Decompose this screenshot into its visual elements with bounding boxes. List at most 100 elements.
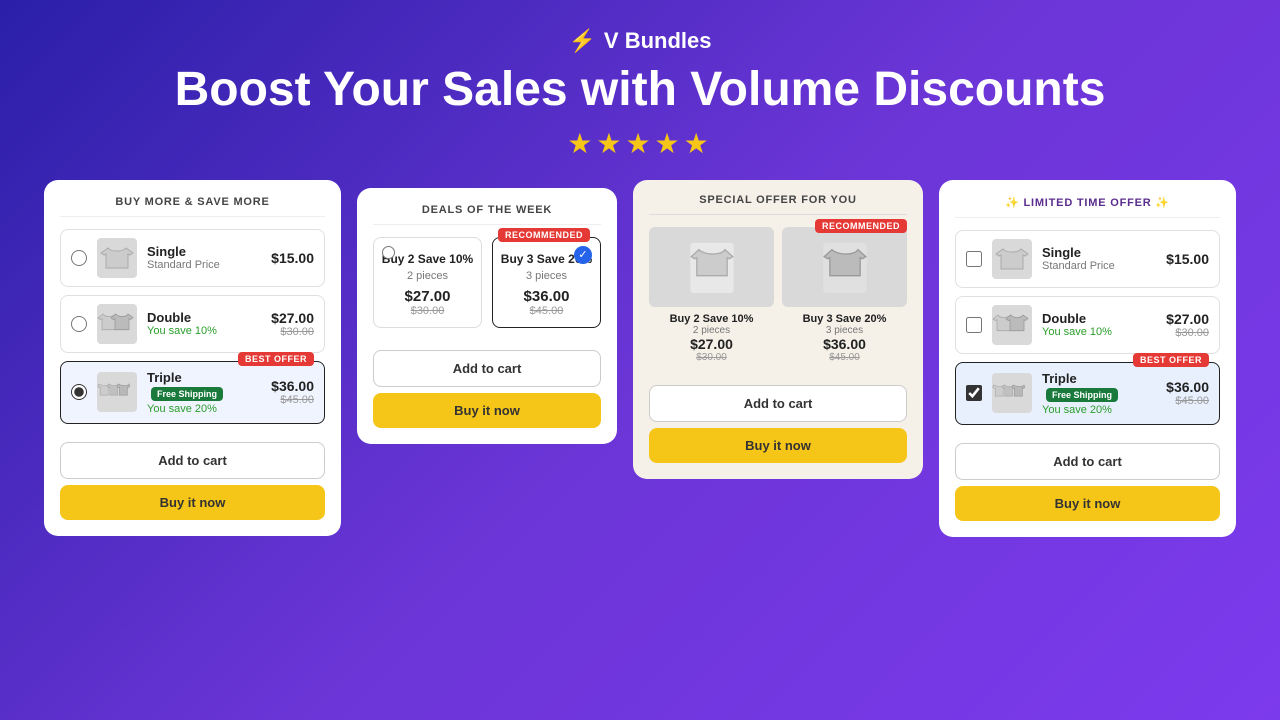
buy-now-btn-3[interactable]: Buy it now bbox=[649, 428, 907, 463]
logo-icon: ⚡ bbox=[569, 28, 596, 54]
badge-recommended: RECOMMENDED bbox=[498, 228, 590, 242]
special-price-old-1: $30.00 bbox=[649, 352, 774, 363]
deals-options: Buy 2 Save 10% 2 pieces $27.00 $30.00 RE… bbox=[373, 237, 601, 328]
stars: ★★★★★ bbox=[567, 127, 713, 160]
sub-single-4: Standard Price bbox=[1042, 260, 1156, 272]
price-triple-4: $36.00 $45.00 bbox=[1166, 379, 1209, 407]
radio-single[interactable] bbox=[71, 250, 87, 266]
card-special: SPECIAL OFFER FOR YOU Buy 2 Save 10% 2 p… bbox=[633, 180, 923, 479]
add-to-cart-btn-2[interactable]: Add to cart bbox=[373, 350, 601, 387]
deal-check-buy3: ✓ bbox=[574, 246, 592, 264]
add-to-cart-btn-1[interactable]: Add to cart bbox=[60, 442, 325, 479]
special-price-1: $27.00 bbox=[649, 336, 774, 352]
price-main-single: $15.00 bbox=[271, 250, 314, 266]
logo-row: ⚡ V Bundles bbox=[569, 28, 712, 54]
sub-double: You save 10% bbox=[147, 325, 261, 337]
option-single[interactable]: Single Standard Price $15.00 bbox=[60, 229, 325, 287]
thumb-single-4 bbox=[992, 239, 1032, 279]
thumb-double-4 bbox=[992, 305, 1032, 345]
thumb-triple bbox=[97, 372, 137, 412]
deal-price-buy3: $36.00 bbox=[499, 288, 594, 305]
sub-triple-4: You save 20% bbox=[1042, 404, 1156, 416]
cards-row: BUY MORE & SAVE MORE Single Standard Pri… bbox=[0, 180, 1280, 537]
buy-now-btn-1[interactable]: Buy it now bbox=[60, 485, 325, 520]
badge-recommended-special: RECOMMENDED bbox=[815, 219, 907, 233]
deal-radio-buy2 bbox=[382, 246, 395, 264]
buy-now-btn-4[interactable]: Buy it now bbox=[955, 486, 1220, 521]
name-double: Double bbox=[147, 310, 261, 325]
price-old-triple: $45.00 bbox=[271, 394, 314, 406]
price-main-triple-4: $36.00 bbox=[1166, 379, 1209, 395]
sub-triple: You save 20% bbox=[147, 403, 261, 415]
deal-option-buy2[interactable]: Buy 2 Save 10% 2 pieces $27.00 $30.00 bbox=[373, 237, 482, 328]
card-buy-more: BUY MORE & SAVE MORE Single Standard Pri… bbox=[44, 180, 341, 536]
badge-best-offer-4: BEST OFFER bbox=[1133, 353, 1209, 367]
info-double-4: Double You save 10% bbox=[1042, 311, 1156, 338]
info-double: Double You save 10% bbox=[147, 310, 261, 337]
add-to-cart-btn-4[interactable]: Add to cart bbox=[955, 443, 1220, 480]
thumb-single bbox=[97, 238, 137, 278]
special-title-1: Buy 2 Save 10% bbox=[649, 313, 774, 325]
option-single-4[interactable]: Single Standard Price $15.00 bbox=[955, 230, 1220, 288]
name-triple-4: Triple bbox=[1042, 371, 1156, 386]
special-img-2 bbox=[782, 227, 907, 307]
option-double-4[interactable]: Double You save 10% $27.00 $30.00 bbox=[955, 296, 1220, 354]
deal-price-old-buy2: $30.00 bbox=[380, 305, 475, 317]
info-single-4: Single Standard Price bbox=[1042, 245, 1156, 272]
price-single: $15.00 bbox=[271, 250, 314, 266]
option-triple[interactable]: BEST OFFER Triple Free Shipping You save… bbox=[60, 361, 325, 424]
price-double: $27.00 $30.00 bbox=[271, 310, 314, 338]
logo-text: V Bundles bbox=[604, 28, 712, 54]
price-main-triple: $36.00 bbox=[271, 378, 314, 394]
price-main-double: $27.00 bbox=[271, 310, 314, 326]
option-triple-4[interactable]: BEST OFFER Triple Free Shipping You save… bbox=[955, 362, 1220, 425]
sub-single: Standard Price bbox=[147, 259, 261, 271]
headline: Boost Your Sales with Volume Discounts bbox=[175, 64, 1106, 117]
deal-price-old-buy3: $45.00 bbox=[499, 305, 594, 317]
price-old-double-4: $30.00 bbox=[1166, 327, 1209, 339]
card1-title: BUY MORE & SAVE MORE bbox=[60, 196, 325, 217]
price-old-double: $30.00 bbox=[271, 326, 314, 338]
buy-now-btn-2[interactable]: Buy it now bbox=[373, 393, 601, 428]
sub-double-4: You save 10% bbox=[1042, 326, 1156, 338]
price-single-4: $15.00 bbox=[1166, 251, 1209, 267]
name-single-4: Single bbox=[1042, 245, 1156, 260]
badge-best-offer: BEST OFFER bbox=[238, 352, 314, 366]
free-shipping-tag-4: Free Shipping bbox=[1046, 388, 1118, 402]
info-single: Single Standard Price bbox=[147, 244, 261, 271]
price-main-double-4: $27.00 bbox=[1166, 311, 1209, 327]
checkbox-double-4[interactable] bbox=[966, 317, 982, 333]
thumb-double bbox=[97, 304, 137, 344]
price-triple: $36.00 $45.00 bbox=[271, 378, 314, 406]
info-triple-4: Triple Free Shipping You save 20% bbox=[1042, 371, 1156, 416]
special-pieces-2: 3 pieces bbox=[782, 325, 907, 336]
card-deals: DEALS OF THE WEEK Buy 2 Save 10% 2 piece… bbox=[357, 188, 617, 444]
option-double[interactable]: Double You save 10% $27.00 $30.00 bbox=[60, 295, 325, 353]
special-product-1[interactable]: Buy 2 Save 10% 2 pieces $27.00 $30.00 bbox=[649, 227, 774, 363]
special-img-1 bbox=[649, 227, 774, 307]
checkbox-single-4[interactable] bbox=[966, 251, 982, 267]
deal-price-buy2: $27.00 bbox=[380, 288, 475, 305]
special-title-2: Buy 3 Save 20% bbox=[782, 313, 907, 325]
card2-title: DEALS OF THE WEEK bbox=[373, 204, 601, 225]
name-double-4: Double bbox=[1042, 311, 1156, 326]
thumb-triple-4 bbox=[992, 373, 1032, 413]
name-triple: Triple bbox=[147, 370, 261, 385]
card3-title: SPECIAL OFFER FOR YOU bbox=[649, 194, 907, 215]
price-double-4: $27.00 $30.00 bbox=[1166, 311, 1209, 339]
deal-option-buy3[interactable]: RECOMMENDED ✓ Buy 3 Save 20% 3 pieces $3… bbox=[492, 237, 601, 328]
special-product-2[interactable]: RECOMMENDED Buy 3 Save 20% 3 pieces $36.… bbox=[782, 227, 907, 363]
free-shipping-tag: Free Shipping bbox=[151, 387, 223, 401]
deal-radio-input-buy2[interactable] bbox=[382, 246, 395, 259]
checkbox-triple-4[interactable] bbox=[966, 385, 982, 401]
card4-title: ✨ LIMITED TIME OFFER ✨ bbox=[955, 196, 1220, 218]
name-single: Single bbox=[147, 244, 261, 259]
radio-double[interactable] bbox=[71, 316, 87, 332]
header: ⚡ V Bundles Boost Your Sales with Volume… bbox=[175, 0, 1106, 180]
deal-pieces-buy3: 3 pieces bbox=[499, 270, 594, 282]
deal-pieces-buy2: 2 pieces bbox=[380, 270, 475, 282]
radio-triple[interactable] bbox=[71, 384, 87, 400]
card-limited: ✨ LIMITED TIME OFFER ✨ Single Standard P… bbox=[939, 180, 1236, 537]
info-triple: Triple Free Shipping You save 20% bbox=[147, 370, 261, 415]
add-to-cart-btn-3[interactable]: Add to cart bbox=[649, 385, 907, 422]
